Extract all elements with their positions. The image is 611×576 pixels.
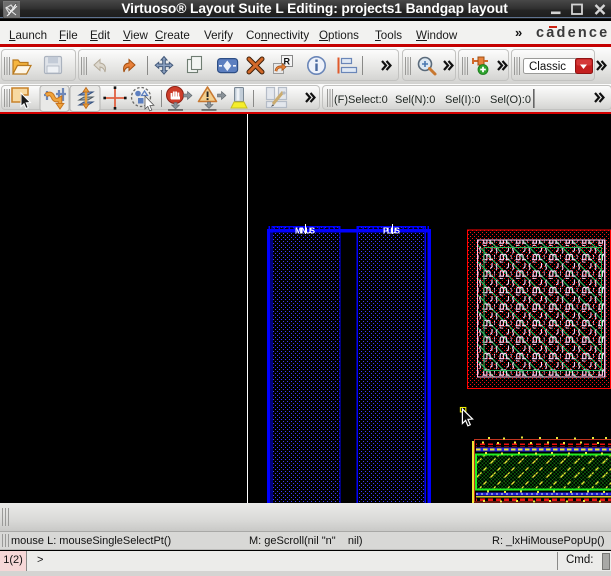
- svg-text:PLUS: PLUS: [383, 227, 401, 236]
- svg-text:R: R: [284, 57, 291, 67]
- svg-text:Sel(I):0: Sel(I):0: [445, 94, 480, 106]
- svg-text:(F)Select:0: (F)Select:0: [334, 94, 388, 106]
- svg-text:Sel(O):0: Sel(O):0: [490, 94, 531, 106]
- svg-text:Sel(N):0: Sel(N):0: [395, 94, 435, 106]
- svg-text:Classic: Classic: [529, 61, 566, 73]
